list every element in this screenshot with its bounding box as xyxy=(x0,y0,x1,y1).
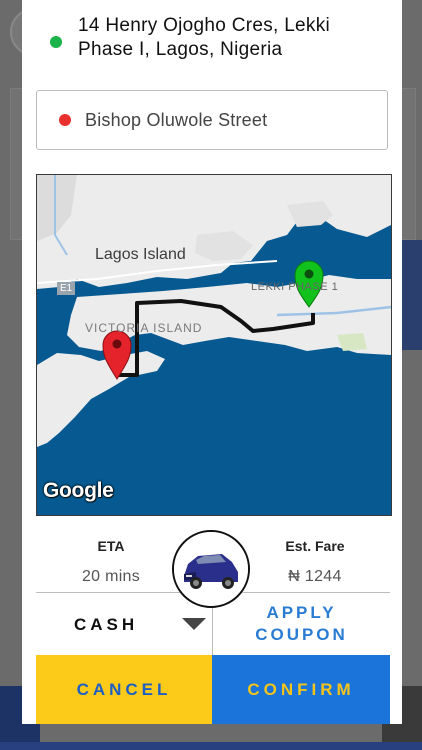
eta-section: ETA 20 mins xyxy=(36,528,186,586)
vehicle-image xyxy=(172,530,250,608)
route-map[interactable]: E1 Lagos Island LEKKI PHASE 1 VICTORIA I… xyxy=(36,174,392,516)
destination-address: Bishop Oluwole Street xyxy=(85,109,268,130)
map-label-victoria-island: VICTORIA ISLAND xyxy=(85,321,203,335)
destination-dot-icon xyxy=(59,114,71,126)
apply-coupon-button[interactable]: APPLY COUPON xyxy=(212,593,390,655)
map-graphic xyxy=(37,175,391,447)
fare-label: Est. Fare xyxy=(285,538,345,554)
background-panel xyxy=(0,742,422,750)
destination-field[interactable]: Bishop Oluwole Street xyxy=(36,90,388,150)
confirm-button[interactable]: CONFIRM xyxy=(212,655,390,724)
pickup-location[interactable]: 14 Henry Ojogho Cres, Lekki Phase I, Lag… xyxy=(50,14,388,62)
pickup-address: 14 Henry Ojogho Cres, Lekki Phase I, Lag… xyxy=(78,15,331,60)
pickup-dot-icon xyxy=(50,36,62,48)
background-panel xyxy=(400,88,416,240)
google-logo: Google xyxy=(43,479,114,502)
payment-method-select[interactable]: CASH xyxy=(36,593,212,655)
action-buttons: CANCEL CONFIRM xyxy=(36,655,390,724)
cancel-button[interactable]: CANCEL xyxy=(36,655,212,724)
fare-section: Est. Fare ₦ 1244 xyxy=(240,528,390,586)
map-label-lekki: LEKKI PHASE 1 xyxy=(251,281,339,293)
payment-method-label: CASH xyxy=(74,615,139,634)
ride-confirmation-modal: 14 Henry Ojogho Cres, Lekki Phase I, Lag… xyxy=(22,0,402,724)
eta-value: 20 mins xyxy=(81,568,141,585)
eta-label: ETA xyxy=(97,538,125,554)
map-label-lagos-island: Lagos Island xyxy=(95,246,186,263)
coupon-label-line1: APPLY xyxy=(266,603,337,622)
background-panel xyxy=(402,240,422,350)
coupon-label-line2: COUPON xyxy=(255,625,348,644)
road-badge: E1 xyxy=(57,282,76,295)
chevron-down-icon xyxy=(182,618,206,630)
car-icon xyxy=(174,532,248,606)
fare-value: ₦ 1244 xyxy=(288,568,342,585)
